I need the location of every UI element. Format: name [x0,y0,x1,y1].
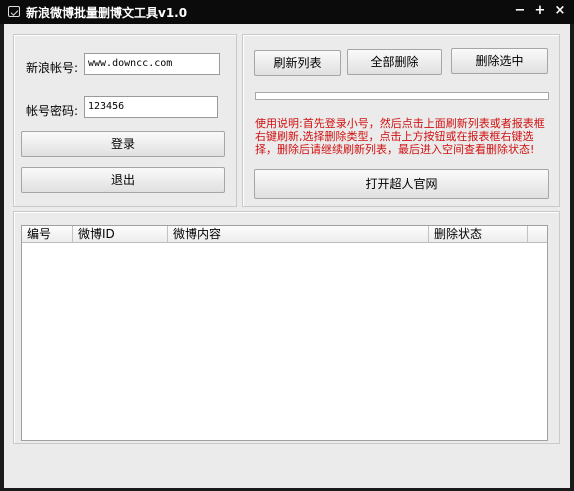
logout-button[interactable]: 退出 [21,167,225,193]
column-header-weibo-id[interactable]: 微博ID [73,226,168,242]
title-bar[interactable]: 新浪微博批量删博文工具v1.0 − + × [0,0,574,24]
window-title: 新浪微博批量删博文工具v1.0 [26,6,188,20]
login-button[interactable]: 登录 [21,131,225,157]
close-button[interactable]: × [552,3,568,19]
refresh-list-button[interactable]: 刷新列表 [254,50,341,76]
login-panel: 新浪帐号: www.downcc.com 帐号密码: 123456 登录 退出 [13,34,237,207]
column-header-filler [528,226,547,242]
column-header-weibo-content[interactable]: 微博内容 [168,226,429,242]
password-input[interactable]: 123456 [84,96,218,118]
account-input[interactable]: www.downcc.com [84,53,220,75]
window-client-area: 新浪帐号: www.downcc.com 帐号密码: 123456 登录 退出 … [4,24,570,488]
actions-panel: 刷新列表 全部删除 删除选中 使用说明:首先登录小号，然后点击上面刷新列表或者报… [242,34,560,207]
account-label: 新浪帐号: [26,61,79,75]
password-label: 帐号密码: [26,104,79,118]
column-header-number[interactable]: 编号 [22,226,73,242]
delete-selected-button[interactable]: 删除选中 [451,48,548,74]
minimize-button[interactable]: − [512,3,528,19]
column-header-delete-status[interactable]: 删除状态 [429,226,528,242]
list-panel: 编号 微博ID 微博内容 删除状态 [13,211,560,444]
open-website-button[interactable]: 打开超人官网 [254,169,549,199]
instructions-text: 使用说明:首先登录小号，然后点击上面刷新列表或者报表框右键刷新,选择删除类型，点… [255,117,545,156]
weibo-list[interactable]: 编号 微博ID 微博内容 删除状态 [21,225,548,441]
delete-all-button[interactable]: 全部删除 [347,49,442,75]
maximize-button[interactable]: + [532,3,548,19]
progress-bar [255,92,549,100]
list-header: 编号 微博ID 微博内容 删除状态 [22,226,547,243]
app-icon [8,6,20,17]
